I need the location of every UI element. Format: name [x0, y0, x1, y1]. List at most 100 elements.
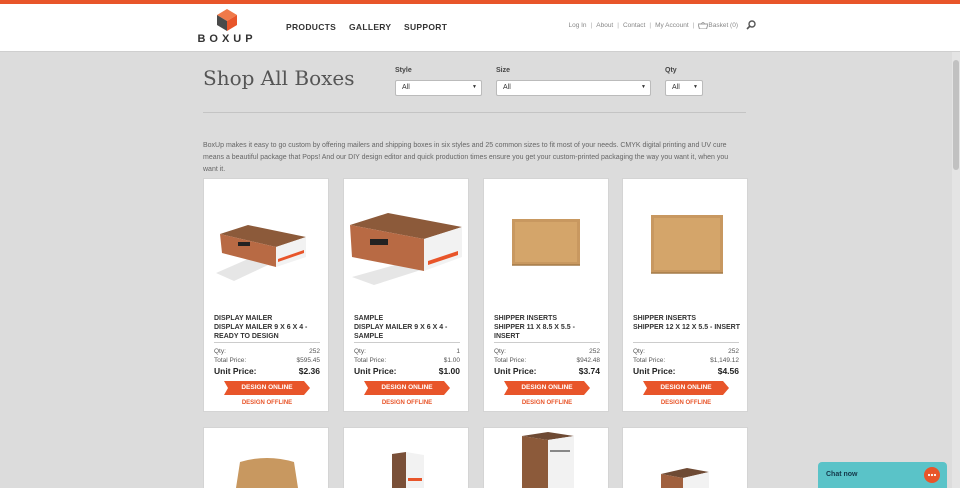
product-card[interactable] [483, 427, 609, 488]
ellipsis-icon [927, 473, 937, 477]
search-icon[interactable] [746, 20, 756, 30]
product-image[interactable] [623, 428, 749, 488]
qty-filter-select[interactable]: All ▼ [665, 80, 703, 96]
unit-price-row: Unit Price: $2.36 [214, 366, 320, 376]
my-account-link[interactable]: My Account [655, 22, 689, 29]
qty-filter-label: Qty [665, 67, 677, 74]
size-filter-select[interactable]: All ▼ [496, 80, 651, 96]
design-online-button[interactable]: DESIGN ONLINE [224, 381, 310, 395]
total-price-label: Total Price: [214, 357, 247, 364]
product-title[interactable]: DISPLAY MAILER DISPLAY MAILER 9 X 6 X 4 … [214, 314, 322, 341]
design-online-label: DESIGN ONLINE [241, 384, 293, 391]
nav-support[interactable]: SUPPORT [404, 22, 447, 32]
basket-label: Basket (0) [708, 22, 738, 30]
product-image[interactable] [484, 428, 610, 488]
design-online-button[interactable]: DESIGN ONLINE [504, 381, 590, 395]
nav-products[interactable]: PRODUCTS [286, 22, 336, 32]
logo-wordmark: BOXUP [197, 33, 257, 45]
style-filter-select[interactable]: All ▼ [395, 80, 482, 96]
qty-label: Qty: [494, 348, 506, 355]
product-card[interactable]: DISPLAY MAILER DISPLAY MAILER 9 X 6 X 4 … [203, 178, 329, 412]
login-link[interactable]: Log In [568, 22, 586, 29]
caret-down-icon: ▼ [472, 84, 477, 90]
design-offline-link[interactable]: DESIGN OFFLINE [204, 400, 330, 406]
design-online-button[interactable]: DESIGN ONLINE [364, 381, 450, 395]
design-online-button[interactable]: DESIGN ONLINE [643, 381, 729, 395]
contact-link[interactable]: Contact [623, 22, 645, 29]
site-header: BOXUP PRODUCTS GALLERY SUPPORT Log In | Ab… [0, 4, 960, 52]
style-filter-value: All [402, 84, 410, 91]
unit-price-value: $2.36 [298, 366, 320, 376]
product-image[interactable] [344, 179, 470, 307]
total-price-value: $942.48 [576, 357, 601, 364]
unit-price-label: Unit Price: [214, 366, 257, 376]
about-link[interactable]: About [596, 22, 613, 29]
utility-nav: Log In | About | Contact | My Account | Basket (… [568, 21, 738, 30]
product-title[interactable]: SHIPPER INSERTS SHIPPER 11 X 8.5 X 5.5 -… [494, 314, 602, 341]
unit-price-label: Unit Price: [494, 366, 537, 376]
qty-row: Qty: 1 [354, 348, 460, 355]
product-title[interactable]: SHIPPER INSERTS SHIPPER 12 X 12 X 5.5 - … [633, 314, 741, 332]
product-category: SHIPPER INSERTS [494, 315, 558, 322]
unit-price-row: Unit Price: $3.74 [494, 366, 600, 376]
product-card[interactable] [343, 427, 469, 488]
qty-filter-value: All [672, 84, 680, 91]
design-offline-link[interactable]: DESIGN OFFLINE [344, 400, 470, 406]
product-name: SHIPPER 11 X 8.5 X 5.5 - INSERT [494, 324, 575, 340]
divider [354, 342, 460, 343]
design-offline-link[interactable]: DESIGN OFFLINE [484, 400, 610, 406]
size-filter-label: Size [496, 67, 511, 74]
unit-price-label: Unit Price: [354, 366, 397, 376]
total-price-value: $1,149.12 [710, 357, 739, 364]
divider [633, 342, 739, 343]
boxup-logo[interactable]: BOXUP [196, 7, 258, 47]
total-price-row: Total Price: $1.00 [354, 357, 460, 364]
total-price-value: $595.45 [296, 357, 321, 364]
product-card[interactable] [203, 427, 329, 488]
product-name: DISPLAY MAILER 9 X 6 X 4 - READY TO DESI… [214, 324, 308, 340]
nav-gallery[interactable]: GALLERY [349, 22, 391, 32]
unit-price-value: $4.56 [717, 366, 739, 376]
product-card[interactable]: SAMPLE DISPLAY MAILER 9 X 6 X 4 - SAMPLE… [343, 178, 469, 412]
product-image[interactable] [204, 428, 330, 488]
total-price-row: Total Price: $1,149.12 [633, 357, 739, 364]
basket-link[interactable]: Basket (0) [697, 21, 738, 30]
qty-value: 1 [456, 348, 460, 355]
product-image[interactable] [204, 179, 330, 307]
design-online-label: DESIGN ONLINE [660, 384, 712, 391]
product-image[interactable] [484, 179, 610, 307]
total-price-label: Total Price: [633, 357, 666, 364]
design-online-label: DESIGN ONLINE [521, 384, 573, 391]
total-price-value: $1.00 [443, 357, 460, 364]
product-title[interactable]: SAMPLE DISPLAY MAILER 9 X 6 X 4 - SAMPLE [354, 314, 462, 341]
unit-price-label: Unit Price: [633, 366, 676, 376]
style-filter-label: Style [395, 67, 412, 74]
chat-widget[interactable]: Chat now [818, 462, 947, 488]
logo-cube-icon [217, 9, 237, 31]
product-card[interactable]: SHIPPER INSERTS SHIPPER 11 X 8.5 X 5.5 -… [483, 178, 609, 412]
qty-label: Qty: [633, 348, 645, 355]
product-image[interactable] [344, 428, 470, 488]
product-image[interactable] [623, 179, 749, 307]
total-price-label: Total Price: [494, 357, 527, 364]
chat-bubble-icon[interactable] [924, 467, 940, 483]
design-offline-link[interactable]: DESIGN OFFLINE [623, 400, 749, 406]
product-card[interactable] [622, 427, 748, 488]
chat-label: Chat now [826, 471, 858, 478]
qty-label: Qty: [354, 348, 366, 355]
size-filter-value: All [503, 84, 511, 91]
unit-price-row: Unit Price: $1.00 [354, 366, 460, 376]
product-name: SHIPPER 12 X 12 X 5.5 - INSERT [633, 324, 740, 331]
divider [214, 342, 320, 343]
unit-price-row: Unit Price: $4.56 [633, 366, 739, 376]
product-name: DISPLAY MAILER 9 X 6 X 4 - SAMPLE [354, 324, 448, 340]
qty-value: 252 [728, 348, 739, 355]
total-price-row: Total Price: $942.48 [494, 357, 600, 364]
intro-text: BoxUp makes it easy to go custom by offe… [203, 142, 729, 173]
unit-price-value: $1.00 [438, 366, 460, 376]
qty-label: Qty: [214, 348, 226, 355]
product-category: SHIPPER INSERTS [633, 315, 697, 322]
qty-value: 252 [309, 348, 320, 355]
scrollbar-thumb[interactable] [953, 60, 959, 170]
product-card[interactable]: SHIPPER INSERTS SHIPPER 12 X 12 X 5.5 - … [622, 178, 748, 412]
